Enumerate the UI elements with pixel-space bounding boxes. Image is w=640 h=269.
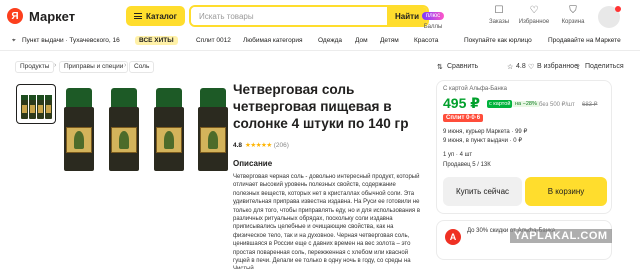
watermark: YAPLAKAL.COM — [510, 229, 612, 243]
alfa-bank-icon: А — [445, 229, 461, 245]
card-price-badge: с картой — [487, 100, 513, 108]
catalog-label: Каталог — [146, 11, 177, 21]
review-count: (206) — [273, 142, 289, 149]
delivery-courier[interactable]: 9 июня, курьер Маркета · 99 ₽ — [443, 128, 527, 135]
catalog-button[interactable]: Каталог — [126, 6, 185, 26]
salt-jar — [154, 85, 184, 171]
orders-label: Заказы — [488, 19, 510, 25]
subnav-link-favorite-category[interactable]: Любимая категория — [243, 37, 303, 44]
salt-jar — [198, 85, 228, 171]
buy-box: С картой Альфа-Банка 495 ₽ с картой на −… — [436, 80, 612, 214]
buy-now-button[interactable]: Купить сейчас — [443, 177, 522, 206]
compare-link[interactable]: Сравнить — [447, 63, 478, 70]
star-icons: ★★★★★ — [245, 142, 272, 149]
location-pin-icon: ⌖ — [12, 37, 16, 44]
jar-thumbnail — [36, 95, 44, 119]
description-heading: Описание — [233, 159, 273, 168]
avatar[interactable] — [598, 6, 621, 28]
cart-label: Корзина — [561, 19, 585, 25]
logo-badge-icon: Я — [7, 8, 27, 24]
pickup-point-link[interactable]: Пункт выдачи · Тухачевского, 16 — [22, 37, 120, 44]
packing-info: 1 уп · 4 шт — [443, 152, 473, 158]
market-logo[interactable]: Я Маркет — [7, 8, 75, 24]
subnav-link-business[interactable]: Покупайте как юрлицо — [464, 37, 532, 44]
burger-icon — [134, 13, 142, 19]
favorites-icon: ♡ — [529, 5, 539, 16]
price: 495 ₽ — [443, 95, 480, 111]
salt-jar — [64, 85, 94, 171]
search-input[interactable] — [191, 7, 387, 25]
subnav-link-home[interactable]: Дом — [355, 37, 368, 44]
logo-text: Маркет — [29, 8, 76, 24]
sub-navigation: ⌖ Пункт выдачи · Тухачевского, 16 ВСЕ ХИ… — [0, 32, 640, 48]
price-without-card: без 500 ₽/шт — [539, 102, 575, 108]
jar-thumbnail — [28, 95, 36, 119]
delivery-pickup[interactable]: 9 июня, в пункт выдачи · 0 ₽ — [443, 137, 522, 144]
plus-points[interactable]: плюс Баллы — [416, 4, 450, 30]
breadcrumb-spices[interactable]: Приправы и специи — [59, 61, 129, 73]
salt-jar — [109, 85, 139, 171]
seller-info[interactable]: Продавец 5 / 13К — [443, 162, 491, 168]
breadcrumb-products[interactable]: Продукты — [15, 61, 55, 73]
jar-thumbnail — [20, 95, 28, 119]
header: Я Маркет Каталог Найти плюс Баллы ☐ Зака… — [0, 0, 640, 32]
subnav-link-split[interactable]: Сплит 0012 — [196, 37, 231, 44]
share-icon: ⇪ — [575, 64, 581, 71]
share-link[interactable]: Поделиться — [585, 63, 624, 70]
search-bar: Найти — [189, 5, 429, 27]
favorites-link[interactable]: ♡ Избранное — [517, 4, 551, 25]
subnav-link-sell[interactable]: Продавайте на Маркете — [548, 37, 621, 44]
cart-icon: ⛉ — [569, 5, 577, 16]
subnav-link-beauty[interactable]: Красота — [414, 37, 438, 44]
orders-icon: ☐ — [494, 5, 504, 16]
subnav-link-clothes[interactable]: Одежда — [318, 37, 342, 44]
favorite-link[interactable]: В избранное — [537, 63, 578, 70]
breadcrumb-separator: › — [54, 62, 57, 69]
compare-icon: ⇅ — [437, 64, 443, 71]
discount-badge: на −28% — [512, 101, 540, 107]
jar-thumbnail — [44, 95, 52, 119]
breadcrumb-salt[interactable]: Соль — [129, 61, 155, 73]
cart-link[interactable]: ⛉ Корзина — [556, 4, 590, 25]
split-tag[interactable]: Сплит 0·0·6 — [443, 114, 484, 122]
orders-link[interactable]: ☐ Заказы — [482, 4, 516, 25]
add-to-cart-button[interactable]: В корзину — [525, 177, 607, 206]
favorites-label: Избранное — [518, 19, 550, 25]
product-title: Четверговая соль четверговая пищевая в с… — [233, 82, 409, 131]
product-rating[interactable]: 4.8 ★★★★★ (206) — [233, 141, 289, 149]
plus-label: Баллы — [423, 24, 443, 30]
product-main-image[interactable] — [60, 85, 230, 171]
description-text: Четверговая черная соль - довольно интер… — [233, 174, 421, 269]
card-note: С картой Альфа-Банка — [443, 86, 507, 92]
rating-value: 4.8 — [233, 142, 243, 149]
plus-icon: плюс — [421, 12, 445, 20]
old-price: 683 ₽ — [582, 102, 598, 108]
subnav-link-kids[interactable]: Детям — [380, 37, 399, 44]
hits-badge[interactable]: ВСЕ ХИТЫ — [135, 36, 178, 45]
product-thumbnail[interactable] — [16, 84, 56, 124]
header-divider — [0, 50, 640, 51]
heart-icon: ♡ — [528, 64, 535, 71]
rating-icon: ☆ — [507, 64, 514, 71]
breadcrumb-separator: › — [124, 62, 127, 69]
rating-value: 4.8 — [516, 63, 526, 70]
